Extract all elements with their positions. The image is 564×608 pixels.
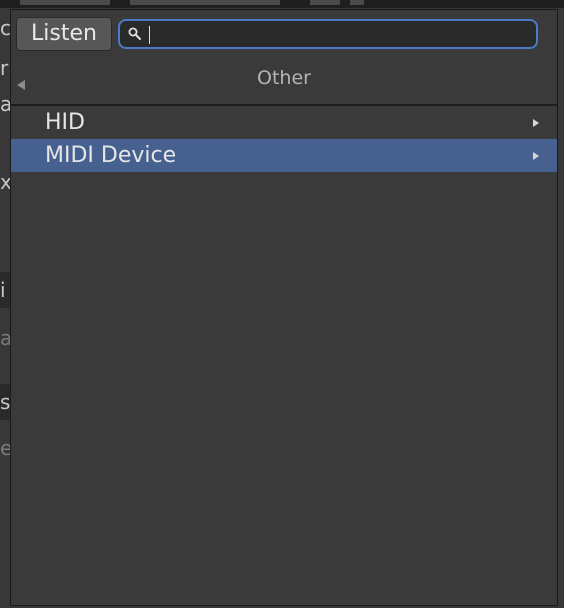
listen-button[interactable]: Listen [16, 17, 112, 51]
category-title: Other [257, 67, 311, 89]
device-list: HID MIDI Device [11, 106, 557, 172]
list-item-label: MIDI Device [45, 143, 177, 168]
list-item-midi-device[interactable]: MIDI Device [11, 139, 557, 172]
submenu-arrow-icon [533, 119, 539, 127]
search-field[interactable] [118, 19, 538, 49]
background-toolbar-strip [0, 0, 564, 8]
search-input[interactable] [146, 23, 526, 45]
submenu-arrow-icon [533, 152, 539, 160]
category-header: Other [11, 58, 557, 104]
list-item-label: HID [45, 110, 85, 135]
search-icon [128, 27, 141, 40]
text-caret [149, 26, 150, 44]
device-picker-popup: Listen Other HID MIDI Device [10, 9, 558, 606]
list-item-hid[interactable]: HID [11, 106, 557, 139]
